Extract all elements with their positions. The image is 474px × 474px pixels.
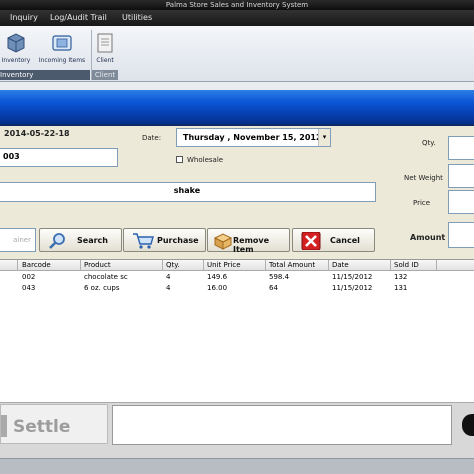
- search-button[interactable]: Search: [39, 228, 122, 252]
- ribbon-client-button[interactable]: Client: [93, 32, 117, 64]
- cancel-button[interactable]: Cancel: [292, 228, 375, 252]
- column-divider: [80, 260, 81, 271]
- box-icon: [213, 232, 233, 252]
- transaction-number: 2014-05-22-18: [4, 129, 70, 138]
- window-title: Palma Store Sales and Inventory System: [0, 0, 474, 10]
- menu-utilities[interactable]: Utilities: [122, 13, 152, 22]
- column-header-total-amount[interactable]: Total Amount: [269, 261, 315, 269]
- menu-bar: Inquiry Log/Audit Trail Utilities: [0, 10, 474, 26]
- ribbon-inventory-button[interactable]: Inventory: [0, 32, 32, 64]
- ribbon-incoming-items-label: Incoming Items: [38, 57, 86, 64]
- inventory-icon: [5, 32, 27, 54]
- cancel-button-label: Cancel: [330, 236, 360, 245]
- net-weight-field[interactable]: [448, 164, 474, 188]
- ribbon: Inventory Incoming Items Client Inventor…: [0, 26, 474, 82]
- purchase-button-label: Purchase: [157, 236, 199, 245]
- column-divider: [390, 260, 391, 271]
- cell-total-amount: 64: [269, 284, 278, 292]
- settle-accent: [1, 415, 7, 437]
- incoming-items-icon: [51, 32, 73, 54]
- table-row[interactable]: 002 chocolate sc 4 149.6 598.4 11/15/201…: [0, 272, 474, 283]
- ribbon-incoming-items-button[interactable]: Incoming Items: [34, 32, 90, 64]
- remove-item-button[interactable]: Remove Item: [207, 228, 290, 254]
- menu-inquiry[interactable]: Inquiry: [10, 13, 38, 22]
- cell-barcode: 002: [22, 273, 36, 281]
- amount-label: Amount: [410, 233, 446, 242]
- date-label: Date:: [142, 134, 162, 142]
- wholesale-label: Wholesale: [187, 156, 224, 164]
- qty-label: Qty.: [422, 139, 436, 147]
- status-bar: [0, 458, 474, 474]
- ribbon-group-client: Client: [92, 70, 118, 80]
- cell-unit-price: 16.00: [207, 284, 228, 292]
- column-divider: [162, 260, 163, 271]
- sold-items-grid: Barcode Product Qty. Unit Price Total Am…: [0, 259, 474, 402]
- column-header-barcode[interactable]: Barcode: [22, 261, 51, 269]
- search-icon: [48, 232, 68, 252]
- cell-product: chocolate sc: [84, 273, 128, 281]
- barcode-input[interactable]: ainer: [0, 228, 36, 252]
- ribbon-client-label: Client: [96, 57, 114, 64]
- price-field[interactable]: [448, 190, 474, 214]
- cell-date: 11/15/2012: [332, 284, 373, 292]
- cell-unit-price: 149.6: [207, 273, 228, 281]
- date-value: Thursday , November 15, 2012: [183, 133, 322, 142]
- column-divider: [328, 260, 329, 271]
- wholesale-checkbox[interactable]: [176, 156, 183, 163]
- cell-barcode: 043: [22, 284, 36, 292]
- display-edge-icon: [462, 414, 474, 436]
- column-divider: [17, 260, 18, 271]
- cell-sold-id: 131: [394, 284, 408, 292]
- client-icon: [95, 32, 115, 54]
- ribbon-group-inventory: Inventory: [0, 70, 90, 80]
- column-divider: [436, 260, 437, 271]
- cell-qty: 4: [166, 284, 171, 292]
- total-display: [112, 405, 452, 445]
- customer-id-field[interactable]: 003: [0, 148, 118, 167]
- net-weight-label: Net Weight: [404, 174, 443, 182]
- qty-field[interactable]: [448, 136, 474, 160]
- cell-date: 11/15/2012: [332, 273, 373, 281]
- column-header-date[interactable]: Date: [332, 261, 349, 269]
- settle-button[interactable]: Settle: [0, 404, 108, 444]
- cell-total-amount: 598.4: [269, 273, 290, 281]
- search-button-label: Search: [77, 236, 108, 245]
- menu-log-audit-trail[interactable]: Log/Audit Trail: [50, 13, 107, 22]
- header-banner: [0, 90, 474, 124]
- table-row[interactable]: 043 6 oz. cups 4 16.00 64 11/15/2012 131: [0, 283, 474, 294]
- close-icon: [301, 231, 321, 252]
- column-header-qty[interactable]: Qty.: [166, 261, 180, 269]
- chevron-down-icon[interactable]: ▾: [318, 129, 330, 146]
- column-header-unit-price[interactable]: Unit Price: [207, 261, 241, 269]
- product-search-field[interactable]: shake: [0, 182, 376, 202]
- date-picker[interactable]: Thursday , November 15, 2012 ▾: [176, 128, 331, 147]
- grid-header: Barcode Product Qty. Unit Price Total Am…: [0, 260, 474, 271]
- remove-item-button-label: Remove Item: [233, 236, 270, 254]
- ribbon-inventory-label: Inventory: [1, 57, 31, 64]
- amount-field[interactable]: [448, 222, 474, 248]
- column-header-sold-id[interactable]: Sold ID: [394, 261, 419, 269]
- cell-qty: 4: [166, 273, 171, 281]
- price-label: Price: [413, 199, 431, 207]
- column-divider: [203, 260, 204, 271]
- settle-label: Settle: [13, 417, 71, 437]
- cell-sold-id: 132: [394, 273, 408, 281]
- column-divider: [265, 260, 266, 271]
- purchase-button[interactable]: Purchase: [123, 228, 206, 252]
- column-header-product[interactable]: Product: [84, 261, 111, 269]
- cart-icon: [132, 232, 154, 252]
- ribbon-gap: [0, 82, 474, 90]
- cell-product: 6 oz. cups: [84, 284, 120, 292]
